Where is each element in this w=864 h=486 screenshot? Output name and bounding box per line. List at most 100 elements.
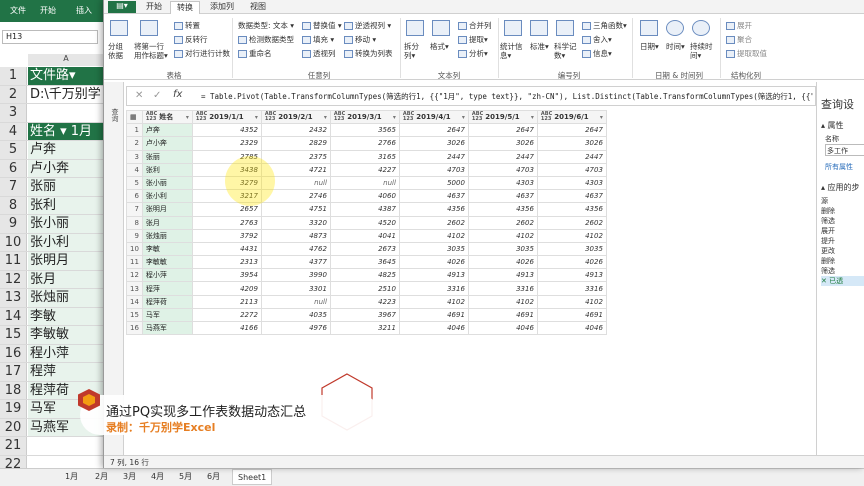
- row-number[interactable]: 15: [0, 326, 27, 344]
- row-number[interactable]: 8: [0, 196, 27, 214]
- name-cell[interactable]: 程萍荷: [141, 294, 193, 309]
- split-column-button[interactable]: 拆分列▾: [404, 42, 426, 60]
- value-cell[interactable]: null: [260, 294, 331, 309]
- applied-step[interactable]: 提升: [821, 236, 864, 246]
- detect-type-button[interactable]: 检测数据类型: [238, 34, 294, 45]
- row-number[interactable]: 4: [0, 122, 27, 140]
- value-cell[interactable]: 3301: [260, 281, 331, 296]
- name-cell[interactable]: 卢小奔: [141, 136, 193, 151]
- value-cell[interactable]: 4352: [191, 123, 262, 138]
- row-number[interactable]: 12: [0, 270, 27, 288]
- value-cell[interactable]: 4026: [467, 255, 538, 270]
- name-cell[interactable]: 张丽: [141, 149, 193, 164]
- column-header[interactable]: ABC 123 2019/2/1 ▾: [260, 109, 331, 125]
- row-number[interactable]: 6: [126, 189, 143, 204]
- row-number[interactable]: 11: [126, 255, 143, 270]
- row-number[interactable]: 19: [0, 400, 27, 418]
- type-abc123-icon[interactable]: ABC 123: [472, 112, 483, 122]
- value-cell[interactable]: 2647: [536, 123, 607, 138]
- value-cell[interactable]: 4377: [260, 255, 331, 270]
- value-cell[interactable]: 3990: [260, 268, 331, 283]
- information-button[interactable]: 信息▾: [582, 48, 612, 59]
- value-cell[interactable]: 2766: [329, 136, 400, 151]
- row-number[interactable]: 2: [126, 136, 143, 151]
- row-number[interactable]: 18: [0, 381, 27, 399]
- value-cell[interactable]: 4873: [260, 228, 331, 243]
- value-cell[interactable]: 4303: [536, 175, 607, 191]
- reverse-rows-button[interactable]: 反转行: [174, 34, 208, 45]
- name-cell[interactable]: 李敏: [141, 241, 193, 257]
- applied-step[interactable]: 筛选: [821, 266, 864, 276]
- value-cell[interactable]: 2763: [191, 215, 262, 230]
- row-number[interactable]: 21: [0, 437, 27, 455]
- query-name-input[interactable]: 多工作: [825, 144, 864, 156]
- value-cell[interactable]: 3035: [398, 241, 469, 257]
- value-cell[interactable]: null: [329, 175, 400, 191]
- tab-view[interactable]: 视图: [244, 1, 272, 14]
- expand-button[interactable]: 展开: [726, 20, 752, 31]
- value-cell[interactable]: 4637: [467, 189, 538, 204]
- value-cell[interactable]: 3165: [329, 149, 400, 164]
- value-cell[interactable]: 3316: [398, 281, 469, 296]
- sheet-tab-5[interactable]: 5月: [174, 469, 197, 485]
- value-cell[interactable]: 2447: [467, 149, 538, 164]
- excel-cell[interactable]: [28, 437, 105, 455]
- applied-step[interactable]: 源: [821, 196, 864, 206]
- value-cell[interactable]: 3316: [467, 281, 538, 296]
- name-cell[interactable]: 程小萍: [141, 268, 193, 283]
- excel-cell[interactable]: 张小利: [28, 233, 105, 251]
- value-cell[interactable]: 2432: [260, 123, 331, 138]
- value-cell[interactable]: 4303: [467, 175, 538, 191]
- cancel-icon[interactable]: ✕: [135, 90, 143, 101]
- name-cell[interactable]: 张小利: [141, 189, 193, 204]
- excel-cell[interactable]: 张烛丽: [28, 289, 105, 307]
- row-number[interactable]: 7: [0, 178, 27, 196]
- first-row-header-button[interactable]: 将第一行用作标题▾: [134, 42, 170, 60]
- value-cell[interactable]: 2113: [191, 294, 262, 309]
- formula-bar[interactable]: ✕ ✓ fx = Table.Pivot(Table.TransformColu…: [126, 86, 816, 106]
- type-abc123-icon[interactable]: ABC 123: [146, 112, 157, 122]
- value-cell[interactable]: 4102: [536, 294, 607, 309]
- filter-dropdown-icon[interactable]: ▾: [600, 114, 603, 121]
- value-cell[interactable]: 4046: [536, 320, 607, 336]
- applied-step[interactable]: ✕ 已透: [821, 276, 864, 286]
- column-header[interactable]: ABC 123 2019/1/1 ▾: [191, 109, 262, 125]
- row-number[interactable]: 1: [0, 67, 27, 85]
- column-header[interactable]: ABC 123 2019/6/1 ▾: [536, 109, 607, 125]
- value-cell[interactable]: 2602: [398, 215, 469, 230]
- row-number[interactable]: 2: [0, 85, 27, 103]
- value-cell[interactable]: 4046: [398, 320, 469, 336]
- sheet-tab-1[interactable]: 1月: [60, 469, 83, 485]
- table-corner[interactable]: ▦: [126, 109, 143, 125]
- transpose-button[interactable]: 转置: [174, 20, 200, 31]
- value-cell[interactable]: 4227: [329, 162, 400, 177]
- filter-dropdown-icon[interactable]: ▾: [255, 114, 258, 121]
- merge-columns-button[interactable]: 合并列: [458, 20, 492, 31]
- applied-step[interactable]: 更改: [821, 246, 864, 256]
- value-cell[interactable]: 4356: [398, 202, 469, 217]
- value-cell[interactable]: 3035: [467, 241, 538, 257]
- name-cell[interactable]: 李敏敏: [141, 255, 193, 270]
- value-cell[interactable]: 4026: [536, 255, 607, 270]
- filter-dropdown-icon[interactable]: ▾: [531, 114, 534, 121]
- type-abc123-icon[interactable]: ABC 123: [334, 112, 345, 122]
- type-abc123-icon[interactable]: ABC 123: [265, 112, 276, 122]
- value-cell[interactable]: 4976: [260, 320, 331, 336]
- row-number[interactable]: 9: [0, 215, 27, 233]
- date-button[interactable]: 日期▾: [640, 42, 660, 51]
- value-cell[interactable]: 4102: [536, 228, 607, 243]
- row-number[interactable]: 20: [0, 418, 27, 436]
- value-cell[interactable]: 2313: [191, 255, 262, 270]
- value-cell[interactable]: 3645: [329, 255, 400, 270]
- applied-step[interactable]: 删除: [821, 206, 864, 216]
- filter-dropdown-icon[interactable]: ▾: [186, 114, 189, 121]
- name-cell[interactable]: 张明月: [141, 202, 193, 217]
- value-cell[interactable]: 4637: [536, 189, 607, 204]
- row-number[interactable]: 9: [126, 228, 143, 243]
- value-cell[interactable]: 4356: [467, 202, 538, 217]
- value-cell[interactable]: 3211: [329, 320, 400, 336]
- value-cell[interactable]: 4046: [467, 320, 538, 336]
- value-cell[interactable]: 5000: [398, 175, 469, 191]
- group-by-button[interactable]: 分组依据: [108, 42, 130, 60]
- column-header[interactable]: ABC 123 2019/4/1 ▾: [398, 109, 469, 125]
